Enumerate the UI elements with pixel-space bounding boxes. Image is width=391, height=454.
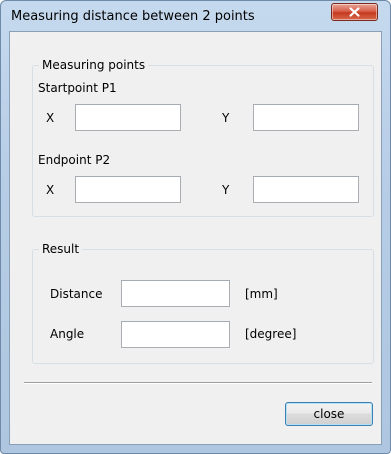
endpoint-label: Endpoint P2 [38,153,111,167]
title-bar[interactable]: Measuring distance between 2 points [1,1,390,31]
close-button[interactable]: close [285,402,373,426]
distance-unit-label: [mm] [245,287,278,301]
startpoint-x-input[interactable] [75,104,181,131]
window-close-button[interactable] [331,3,378,21]
startpoint-label: Startpoint P1 [38,81,117,95]
distance-label: Distance [50,287,103,301]
measuring-points-group-title: Measuring points [39,58,149,72]
endpoint-y-label: Y [222,183,230,197]
distance-field[interactable] [121,280,230,307]
endpoint-x-label: X [46,183,55,197]
angle-label: Angle [50,327,85,341]
footer-separator [24,382,372,384]
endpoint-y-input[interactable] [253,176,359,203]
endpoint-x-input[interactable] [75,176,181,203]
angle-unit-label: [degree] [245,327,297,341]
window-title: Measuring distance between 2 points [11,9,255,24]
startpoint-y-input[interactable] [253,104,359,131]
startpoint-x-label: X [46,111,55,125]
startpoint-y-label: Y [222,111,230,125]
result-group-title: Result [39,242,83,256]
angle-field[interactable] [121,321,230,348]
close-x-icon [349,7,360,17]
